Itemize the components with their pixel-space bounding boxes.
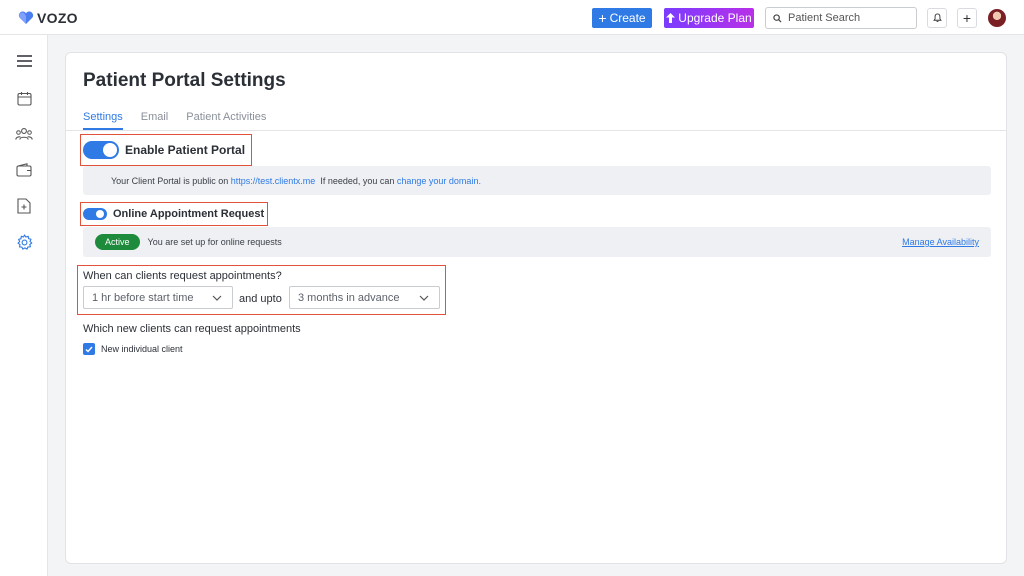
bell-icon [932, 13, 942, 22]
toggle-knob [103, 143, 117, 157]
upgrade-plan-button[interactable]: Upgrade Plan [664, 8, 754, 28]
users-icon[interactable] [14, 124, 34, 144]
gear-icon[interactable] [14, 232, 34, 252]
quick-add-button[interactable]: + [957, 8, 977, 28]
user-avatar[interactable] [988, 9, 1006, 27]
change-domain-link[interactable]: change your domain. [397, 176, 481, 186]
enable-portal-label: Enable Patient Portal [125, 143, 246, 157]
arrow-up-icon [666, 13, 676, 23]
start-time-value: 1 hr before start time [92, 291, 194, 304]
enable-portal-toggle[interactable] [83, 141, 119, 159]
advance-limit-value: 3 months in advance [298, 291, 400, 304]
tab-email[interactable]: Email [141, 111, 169, 130]
create-button[interactable]: + Create [592, 8, 652, 28]
online-appointment-label: Online Appointment Request [113, 208, 265, 220]
appointment-status-bar: Active You are set up for online request… [83, 227, 991, 257]
toggle-knob [96, 210, 104, 218]
new-individual-client-label: New individual client [101, 344, 183, 354]
logo[interactable]: VOZO [18, 10, 78, 26]
checkmark-icon [85, 346, 93, 353]
portal-info-text: Your Client Portal is public on [111, 175, 229, 186]
timing-connector: and upto [239, 293, 282, 305]
patient-search [765, 7, 917, 29]
tab-bar: Settings Email Patient Activities [83, 111, 266, 130]
upgrade-button-label: Upgrade Plan [678, 11, 752, 25]
portal-info-middle: If needed, you can [320, 175, 395, 186]
page-title: Patient Portal Settings [83, 70, 286, 91]
chevron-down-icon [212, 295, 222, 301]
advance-limit-select[interactable]: 3 months in advance [289, 286, 440, 309]
status-badge: Active [95, 234, 140, 250]
settings-card: Patient Portal Settings Settings Email P… [65, 52, 1007, 564]
notifications-button[interactable] [927, 8, 947, 28]
top-bar: VOZO + Create Upgrade Plan + [0, 0, 1024, 35]
create-button-label: Create [609, 11, 646, 25]
tab-divider [66, 130, 1006, 131]
brand-name: VOZO [37, 10, 78, 26]
manage-availability-link[interactable]: Manage Availability [902, 237, 979, 247]
tab-settings[interactable]: Settings [83, 111, 123, 130]
status-text: You are set up for online requests [147, 237, 282, 247]
online-appointment-toggle[interactable] [83, 208, 107, 220]
portal-info-bar: Your Client Portal is public on https://… [83, 166, 991, 195]
plus-icon: + [598, 10, 607, 26]
sidebar [0, 35, 48, 576]
clients-question: Which new clients can request appointmen… [83, 323, 301, 335]
document-plus-icon[interactable] [14, 196, 34, 216]
wallet-icon[interactable] [14, 160, 34, 180]
search-icon [773, 13, 782, 23]
portal-url-link[interactable]: https://test.clientx.me [231, 176, 316, 186]
start-time-select[interactable]: 1 hr before start time [83, 286, 233, 309]
logo-heart-icon [18, 11, 34, 24]
chevron-down-icon [419, 295, 429, 301]
search-input[interactable] [788, 12, 908, 24]
tab-patient-activities[interactable]: Patient Activities [186, 111, 266, 130]
timing-question: When can clients request appointments? [83, 270, 282, 282]
calendar-icon[interactable] [14, 88, 34, 108]
menu-icon[interactable] [14, 51, 34, 71]
plus-icon: + [962, 10, 972, 26]
new-individual-client-checkbox[interactable] [83, 343, 95, 355]
